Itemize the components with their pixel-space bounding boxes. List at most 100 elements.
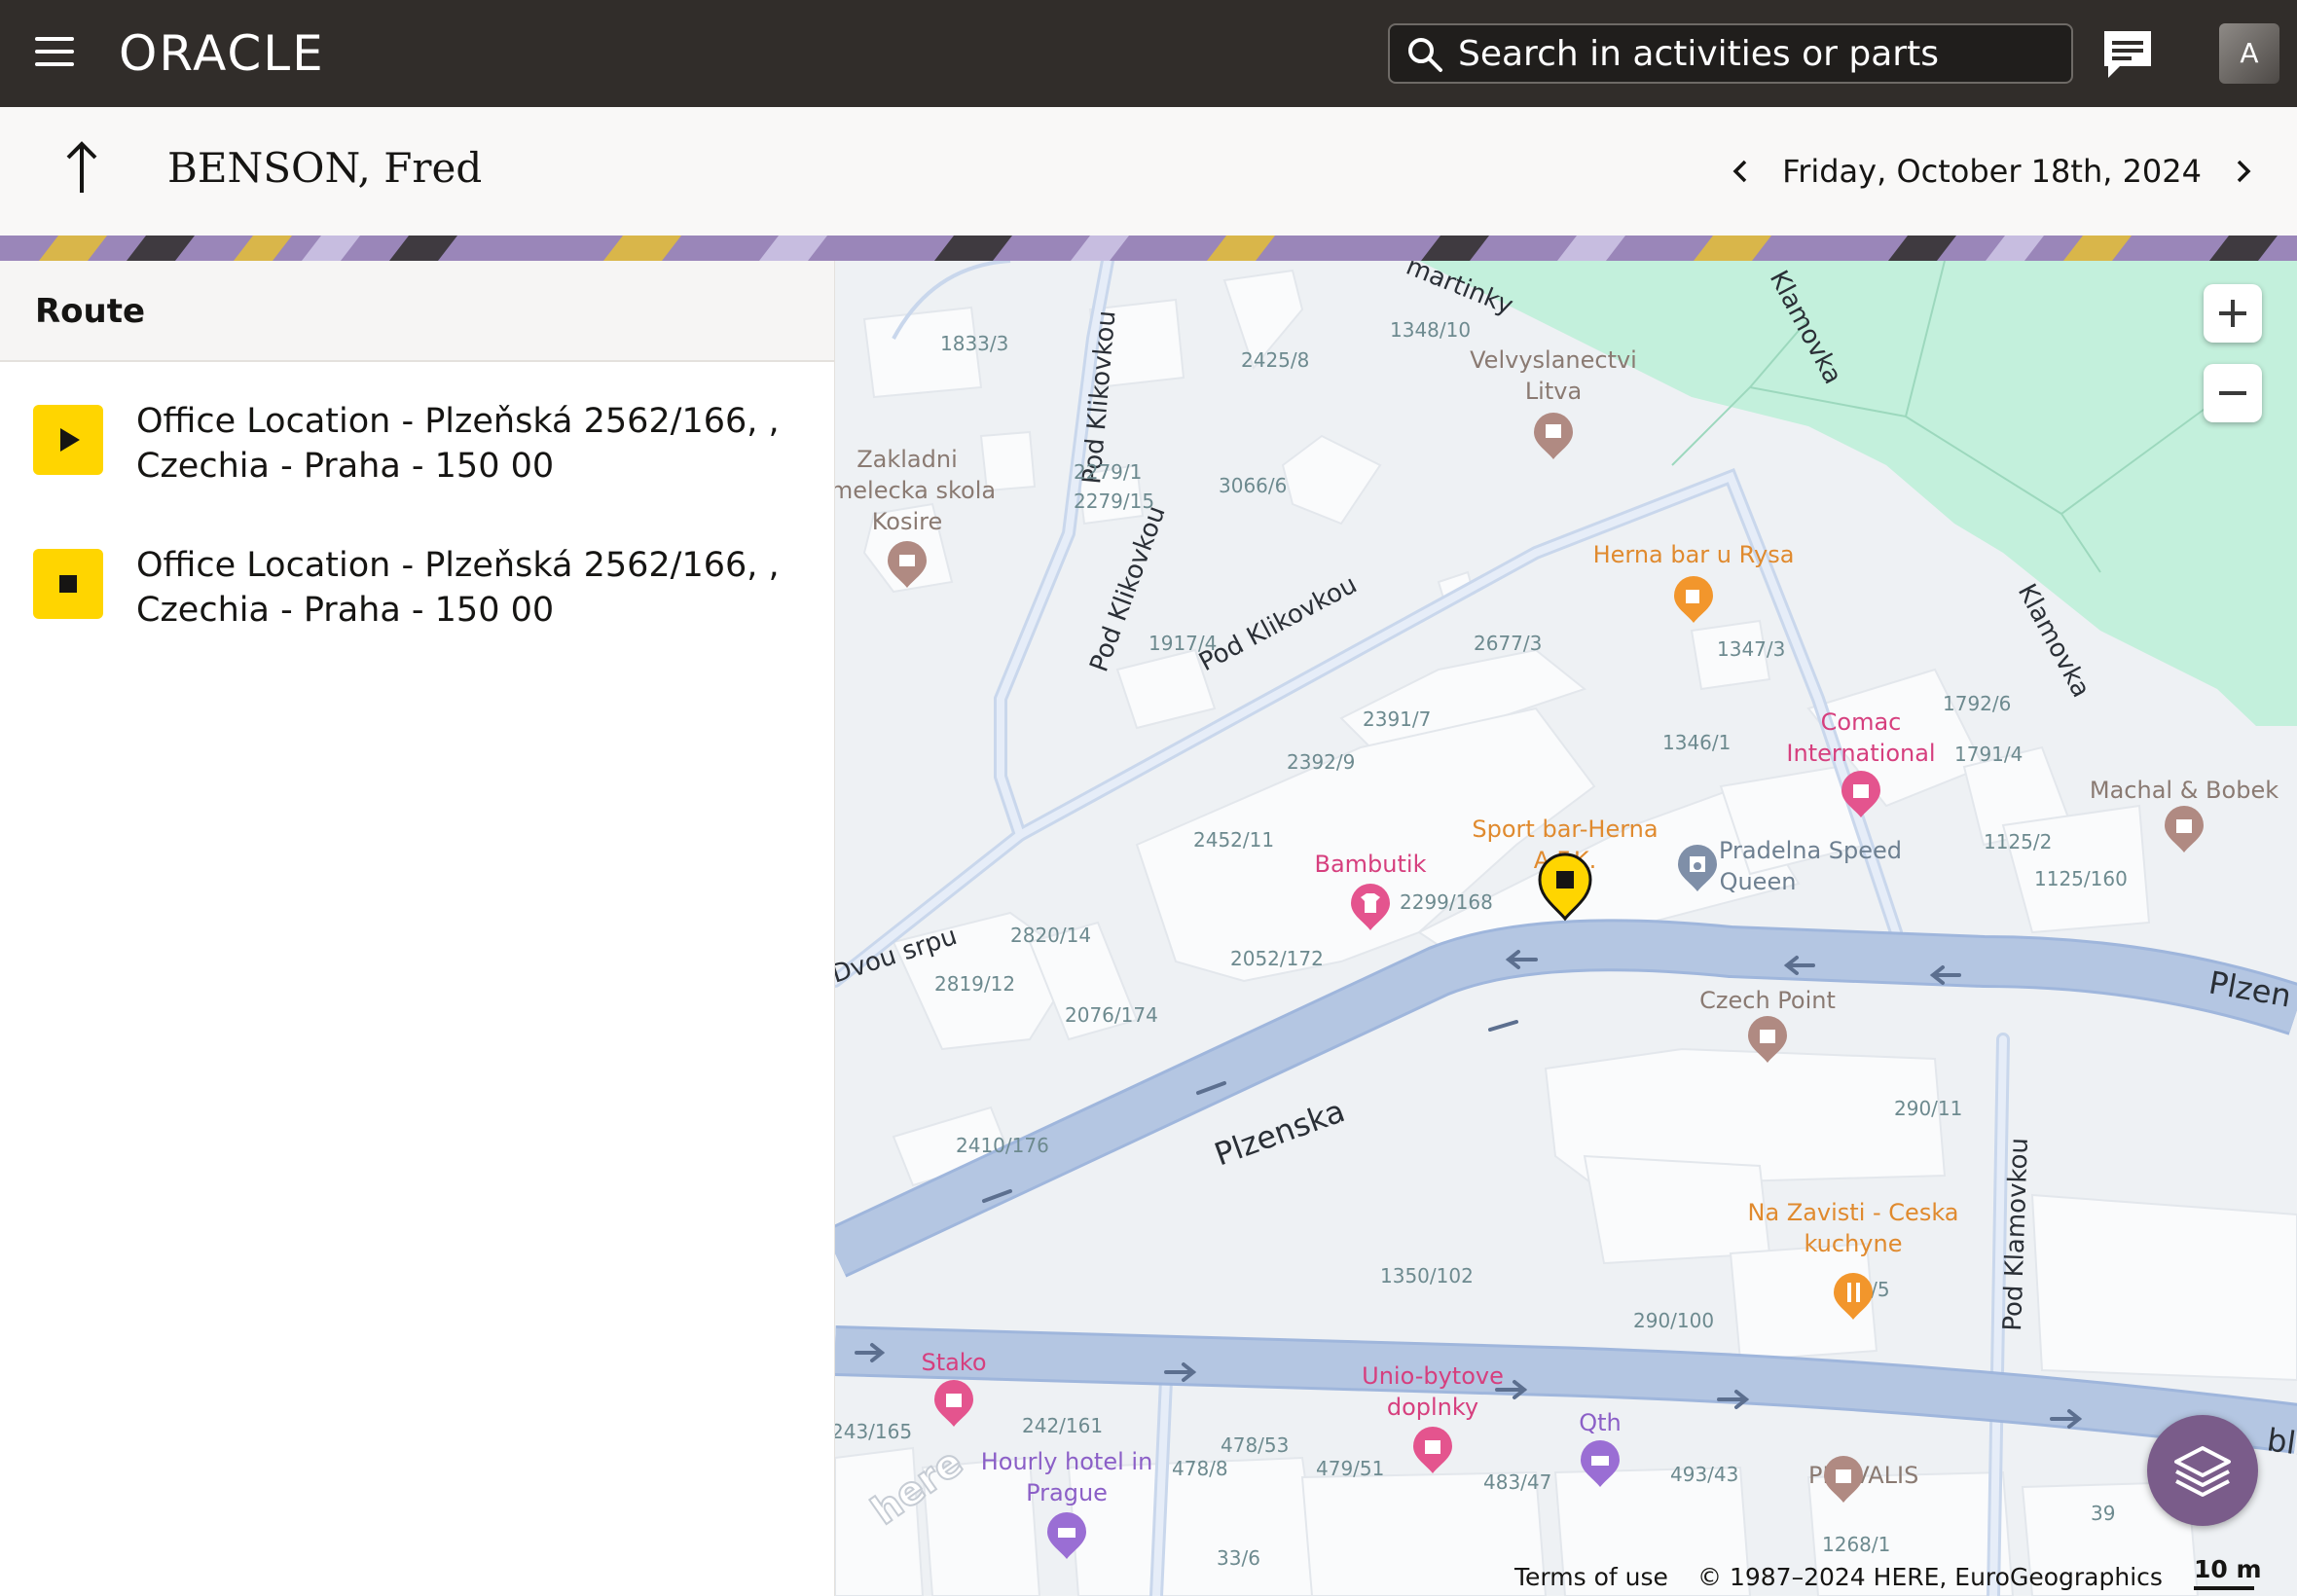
address-label: 1125/2 <box>1984 830 2052 853</box>
poi-label: Herna bar u Rysa <box>1593 541 1795 568</box>
address-label: 2819/12 <box>934 972 1015 996</box>
poi-label: Prague <box>1026 1479 1108 1506</box>
address-label: 1348/10 <box>1390 318 1471 342</box>
route-end-badge <box>33 549 103 619</box>
street-label: Pod Klikovkou <box>1077 309 1121 486</box>
route-address-line1: Office Location - Plzeňská 2562/166, , <box>136 402 780 441</box>
layers-icon <box>2174 1446 2231 1497</box>
zoom-out-button[interactable] <box>2204 364 2262 422</box>
poi-label: Hourly hotel in <box>981 1448 1153 1475</box>
plus-icon <box>2219 300 2246 327</box>
poi-label: Pradelna Speed <box>1719 837 1902 864</box>
address-label: 2425/8 <box>1241 348 1309 372</box>
chat-icon[interactable] <box>2100 27 2155 82</box>
address-label: 2076/174 <box>1065 1003 1158 1027</box>
poi-label: kuchyne <box>1805 1230 1903 1257</box>
current-date: Friday, October 18th, 2024 <box>1782 153 2202 190</box>
bar-pin-icon[interactable] <box>1674 576 1713 623</box>
street-label: Pod Klamovkou <box>1998 1138 2034 1332</box>
street-label: Plzenska <box>1210 1092 1350 1173</box>
address-label: 1791/4 <box>1954 743 2023 766</box>
route-item-text: Office Location - Plzeňská 2562/166, , C… <box>136 543 818 633</box>
address-label: 3066/6 <box>1219 474 1287 497</box>
address-label: 2452/11 <box>1193 828 1274 852</box>
avatar[interactable]: A <box>2219 23 2279 84</box>
map-copyright: © 1987–2024 HERE, EuroGeographics <box>1697 1563 2163 1591</box>
decorative-banner <box>0 236 2297 261</box>
poi-label: Bambutik <box>1315 851 1427 878</box>
poi-label: Queen <box>1720 868 1797 895</box>
address-label: 1268/1 <box>1822 1533 1890 1556</box>
title-bar: BENSON, Fred Friday, October 18th, 2024 <box>0 107 2297 236</box>
address-label: 479/51 <box>1316 1457 1384 1480</box>
page-title: BENSON, Fred <box>167 144 483 192</box>
poi-label: Unio-bytove <box>1362 1362 1504 1390</box>
search-icon <box>1408 38 1442 72</box>
chevron-left-icon[interactable] <box>1724 150 1759 193</box>
poi-label: Na Zavisti - Ceska <box>1747 1199 1958 1226</box>
address-label: 2052/172 <box>1230 947 1324 970</box>
play-icon <box>60 428 80 452</box>
address-label: 290/11 <box>1894 1097 1962 1120</box>
address-label: 242/161 <box>1022 1414 1103 1437</box>
address-label: 2677/3 <box>1474 632 1542 655</box>
chevron-right-icon[interactable] <box>2225 150 2260 193</box>
address-label: 2299/168 <box>1400 890 1493 914</box>
route-item-end[interactable]: Office Location - Plzeňská 2562/166, , C… <box>0 514 834 658</box>
poi-label: Litva <box>1525 378 1582 405</box>
address-label: 243/165 <box>835 1420 912 1443</box>
poi-label: melecka skola <box>835 477 996 504</box>
stop-icon <box>59 575 77 593</box>
shop-pin-icon[interactable] <box>934 1380 973 1427</box>
poi-label: doplnky <box>1387 1394 1478 1421</box>
address-label: 290/100 <box>1633 1309 1714 1332</box>
address-label: 478/53 <box>1221 1433 1289 1457</box>
address-label: 2392/9 <box>1287 750 1355 774</box>
map-scale-label: 10 m <box>2194 1555 2262 1583</box>
poi-label: Stako <box>921 1349 986 1376</box>
poi-label: International <box>1786 740 1935 767</box>
route-address-line2: Czechia - Praha - 150 00 <box>136 591 555 630</box>
address-label: 2820/14 <box>1010 924 1091 947</box>
route-heading: Route <box>0 261 834 362</box>
shop-pin-icon[interactable] <box>2165 806 2204 852</box>
route-start-badge <box>33 405 103 475</box>
search-input[interactable]: Search in activities or parts <box>1388 23 2073 84</box>
poi-label: Machal & Bobek <box>2090 777 2279 804</box>
address-label: 1350/102 <box>1380 1264 1474 1288</box>
poi-label: Qth <box>1579 1409 1622 1436</box>
poi-label: Czech Point <box>1699 987 1836 1014</box>
route-item-text: Office Location - Plzeňská 2562/166, , C… <box>136 399 818 489</box>
poi-label: Kosire <box>872 508 943 535</box>
top-bar: ORACLE Search in activities or parts A <box>0 0 2297 107</box>
route-item-start[interactable]: Office Location - Plzeňská 2562/166, , C… <box>0 370 834 514</box>
address-label: 1347/3 <box>1717 637 1785 661</box>
poi-label: Sport bar-Herna <box>1472 816 1658 843</box>
search-placeholder: Search in activities or parts <box>1458 34 1939 74</box>
address-label: 1125/160 <box>2034 867 2128 890</box>
shop-pin-icon[interactable] <box>1413 1427 1452 1473</box>
poi-label: Velvyslanectvi <box>1470 346 1637 374</box>
address-label: 39 <box>2091 1502 2115 1525</box>
address-label: 1792/6 <box>1943 692 2011 715</box>
address-label: 1917/4 <box>1148 632 1217 655</box>
map-layers-button[interactable] <box>2147 1415 2258 1526</box>
up-arrow-icon[interactable] <box>55 136 109 200</box>
map-scale-bar <box>2194 1586 2254 1590</box>
embassy-pin-icon[interactable] <box>1534 413 1573 459</box>
oracle-logo: ORACLE <box>119 25 325 82</box>
terms-of-use-link[interactable]: Terms of use <box>1514 1563 1668 1591</box>
poi-label: Comac <box>1821 708 1902 736</box>
address-label: 483/47 <box>1483 1470 1551 1494</box>
date-navigator: Friday, October 18th, 2024 <box>1724 150 2260 193</box>
address-label: 478/8 <box>1172 1457 1228 1480</box>
minus-icon <box>2219 391 2246 395</box>
map-view[interactable]: here Pod Klikovkou Pod Klikovkou Pod Kli… <box>835 261 2297 1596</box>
poi-label: Zakladni <box>857 446 958 473</box>
route-address-line2: Czechia - Praha - 150 00 <box>136 447 555 486</box>
address-label: 1833/3 <box>940 332 1008 355</box>
route-panel: Route Office Location - Plzeňská 2562/16… <box>0 261 835 1596</box>
hamburger-menu-icon[interactable] <box>35 37 74 70</box>
zoom-in-button[interactable] <box>2204 284 2262 343</box>
address-label: 493/43 <box>1670 1463 1738 1486</box>
